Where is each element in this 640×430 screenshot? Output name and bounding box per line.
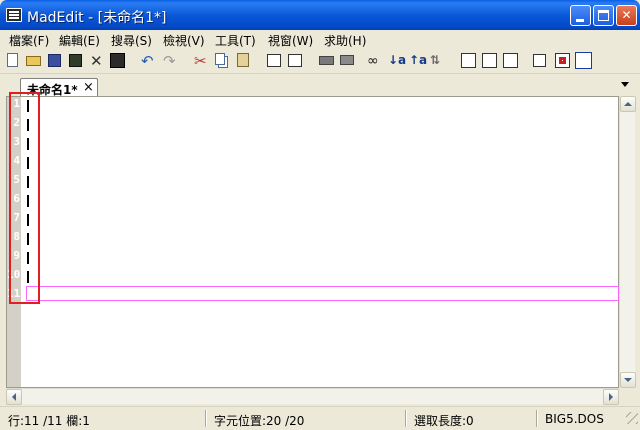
indent-button[interactable] (266, 52, 283, 69)
cut-button[interactable]: ✂ (193, 52, 210, 70)
copy-icon (215, 53, 225, 65)
redo-icon: ↷ (163, 52, 176, 70)
status-separator (405, 410, 406, 427)
menu-edit[interactable]: 編輯(E) (59, 32, 100, 49)
maximize-button[interactable] (593, 5, 614, 26)
redo-button[interactable]: ↷ (162, 52, 179, 70)
new-file-icon (7, 53, 18, 67)
menu-help[interactable]: 求助(H) (324, 32, 366, 49)
status-line-column: 行:11 /11 欄:1 (8, 414, 90, 428)
find-button[interactable]: ∞ (367, 52, 384, 69)
text-mode-button[interactable] (460, 52, 477, 69)
close-icon: ✕ (621, 8, 632, 22)
menu-file[interactable]: 檔案(F) (9, 32, 49, 49)
status-separator (205, 410, 206, 427)
paste-icon (237, 53, 249, 67)
paste-button[interactable] (235, 52, 252, 69)
close-button[interactable]: ✕ (616, 5, 637, 26)
undo-button[interactable]: ↶ (140, 52, 157, 70)
horizontal-scrollbar[interactable] (6, 388, 619, 405)
unindent-icon (288, 54, 302, 67)
save-all-button[interactable] (67, 52, 84, 69)
copy-button[interactable] (213, 52, 230, 69)
window-title: MadEdit - [未命名1*] (27, 10, 167, 26)
editor-area[interactable]: 1 2 3 4 5 6 7 8 9 10 11 (6, 96, 619, 388)
close-file-icon: ✕ (90, 52, 103, 70)
menu-tools[interactable]: 工具(T) (215, 32, 256, 49)
unindent-button[interactable] (287, 52, 304, 69)
menu-window[interactable]: 視窗(W) (268, 32, 313, 49)
binoculars-icon: ∞ (367, 53, 379, 69)
hex-mode-icon (503, 53, 518, 68)
close-all-icon (110, 53, 125, 68)
open-file-button[interactable] (25, 52, 42, 69)
column-mode-icon (482, 53, 497, 68)
comment-button[interactable] (318, 52, 335, 69)
status-separator (536, 410, 537, 427)
new-file-button[interactable] (4, 52, 21, 69)
arrow-right-icon (609, 393, 613, 401)
column-mode-button[interactable] (481, 52, 498, 69)
annotation-highlight-box (9, 92, 40, 304)
status-char-position: 字元位置:20 /20 (214, 414, 305, 428)
save-all-icon (69, 54, 82, 67)
indent-icon (267, 54, 281, 67)
highlighting-icon (555, 53, 570, 68)
find-next-button[interactable]: ↓a (388, 52, 407, 69)
status-selection-length: 選取長度:0 (414, 414, 474, 428)
find-previous-icon: ↑a (409, 53, 428, 67)
options-icon (533, 54, 546, 67)
tab-close-icon[interactable]: × (83, 80, 94, 95)
scroll-up-button[interactable] (620, 96, 636, 112)
options-button[interactable] (532, 52, 549, 69)
replace-button[interactable]: ⇅ (430, 52, 447, 69)
arrow-up-icon (624, 102, 632, 106)
tab-bar: 未命名1* × (0, 76, 640, 97)
hex-view-button[interactable] (575, 52, 592, 69)
highlighting-button[interactable] (554, 52, 571, 69)
close-file-button[interactable]: ✕ (88, 52, 105, 70)
save-button[interactable] (46, 52, 63, 69)
hex-view-icon (575, 52, 592, 69)
scissors-icon: ✂ (194, 52, 207, 70)
minimize-button[interactable] (570, 5, 591, 26)
menu-view[interactable]: 檢視(V) (163, 32, 205, 49)
tab-list-dropdown-icon[interactable] (621, 82, 629, 87)
open-folder-icon (26, 56, 41, 66)
status-encoding[interactable]: BIG5.DOS (545, 412, 604, 426)
text-mode-icon (461, 53, 476, 68)
title-bar[interactable]: MadEdit - [未命名1*] ✕ (0, 0, 640, 30)
save-icon (48, 54, 61, 67)
arrow-down-icon (624, 378, 632, 382)
close-all-button[interactable] (109, 52, 126, 69)
scroll-right-button[interactable] (603, 389, 619, 405)
undo-icon: ↶ (141, 52, 154, 70)
toolbar: ✕ ↶ ↷ ✂ ∞ ↓a ↑a ⇅ (0, 48, 640, 74)
status-bar: 行:11 /11 欄:1 字元位置:20 /20 選取長度:0 BIG5.DOS (0, 406, 640, 430)
minimize-icon (576, 19, 584, 22)
scroll-down-button[interactable] (620, 372, 636, 388)
current-line-highlight[interactable] (26, 286, 619, 301)
madedit-window: MadEdit - [未命名1*] ✕ 檔案(F) 編輯(E) 搜尋(S) 檢視… (0, 0, 640, 430)
uncomment-icon (340, 55, 354, 65)
scroll-left-button[interactable] (6, 389, 22, 405)
hex-mode-button[interactable] (502, 52, 519, 69)
menu-search[interactable]: 搜尋(S) (111, 32, 152, 49)
maximize-icon (598, 10, 609, 21)
vertical-scrollbar[interactable] (619, 96, 636, 388)
resize-grip-icon[interactable] (626, 412, 638, 424)
replace-icon: ⇅ (430, 53, 441, 67)
find-previous-button[interactable]: ↑a (409, 52, 428, 69)
menu-bar: 檔案(F) 編輯(E) 搜尋(S) 檢視(V) 工具(T) 視窗(W) 求助(H… (0, 30, 640, 48)
find-next-icon: ↓a (388, 53, 407, 67)
comment-icon (319, 56, 334, 65)
arrow-left-icon (12, 393, 16, 401)
app-icon[interactable] (6, 8, 22, 22)
uncomment-button[interactable] (339, 52, 356, 69)
